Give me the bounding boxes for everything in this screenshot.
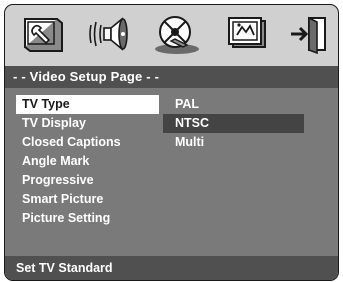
setup-menu-area: TV Type TV Display Closed Captions Angle… bbox=[5, 88, 338, 256]
video-setup-icon[interactable] bbox=[147, 13, 203, 55]
page-title: - - Video Setup Page - - bbox=[5, 66, 338, 88]
menu-item-progressive[interactable]: Progressive bbox=[16, 171, 159, 190]
setup-icon-bar bbox=[5, 5, 338, 63]
menu-item-closed-captions[interactable]: Closed Captions bbox=[16, 133, 159, 152]
menu-item-angle-mark[interactable]: Angle Mark bbox=[16, 152, 159, 171]
option-pal[interactable]: PAL bbox=[163, 95, 304, 114]
menu-item-tv-type[interactable]: TV Type bbox=[16, 95, 159, 114]
option-ntsc[interactable]: NTSC bbox=[163, 114, 304, 133]
menu-item-tv-display[interactable]: TV Display bbox=[16, 114, 159, 133]
preference-setup-icon[interactable] bbox=[223, 13, 271, 55]
setup-menu-window: - - Video Setup Page - - TV Type TV Disp… bbox=[4, 4, 339, 281]
general-setup-icon[interactable] bbox=[19, 13, 67, 55]
menu-item-smart-picture[interactable]: Smart Picture bbox=[16, 190, 159, 209]
tv-type-options: PAL NTSC Multi bbox=[163, 95, 304, 152]
audio-setup-icon[interactable] bbox=[85, 13, 133, 55]
exit-icon[interactable] bbox=[285, 13, 333, 55]
status-bar: Set TV Standard bbox=[5, 256, 338, 280]
menu-item-picture-setting[interactable]: Picture Setting bbox=[16, 209, 159, 228]
setup-menu-list: TV Type TV Display Closed Captions Angle… bbox=[16, 95, 159, 228]
option-multi[interactable]: Multi bbox=[163, 133, 304, 152]
